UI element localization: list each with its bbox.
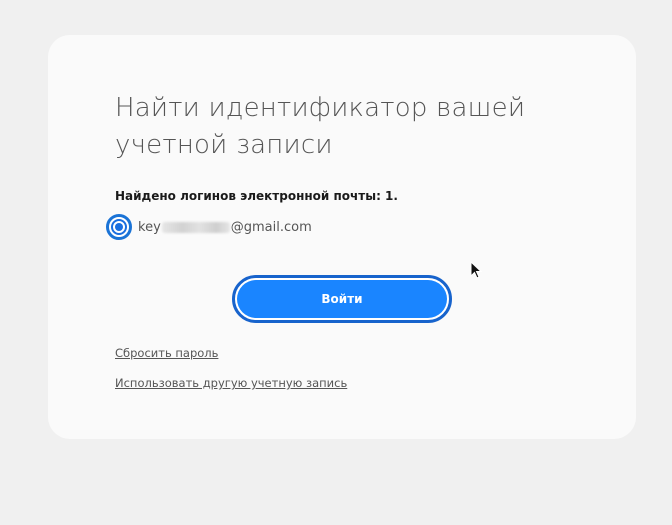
- found-logins-label: Найдено логинов электронной почты: 1.: [115, 189, 398, 203]
- radio-dot: [115, 223, 123, 231]
- radio-selected-icon: [111, 219, 127, 235]
- page: Найти идентификатор вашей учетной записи…: [0, 0, 672, 525]
- email-prefix: key: [138, 219, 161, 235]
- account-option[interactable]: key @gmail.com: [106, 211, 312, 243]
- mouse-pointer-icon: [470, 261, 482, 279]
- account-radio-button[interactable]: [106, 214, 132, 240]
- account-email: key @gmail.com: [138, 220, 312, 235]
- page-title: Найти идентификатор вашей учетной записи: [115, 93, 526, 160]
- login-button[interactable]: Войти: [237, 280, 447, 318]
- account-finder-card: Найти идентификатор вашей учетной записи…: [48, 35, 636, 439]
- email-redaction: [161, 221, 230, 233]
- email-suffix: @gmail.com: [230, 219, 312, 235]
- reset-password-link[interactable]: Сбросить пароль: [115, 346, 218, 360]
- use-other-account-link[interactable]: Использовать другую учетную запись: [115, 376, 347, 390]
- login-button-focus-ring: Войти: [232, 275, 452, 323]
